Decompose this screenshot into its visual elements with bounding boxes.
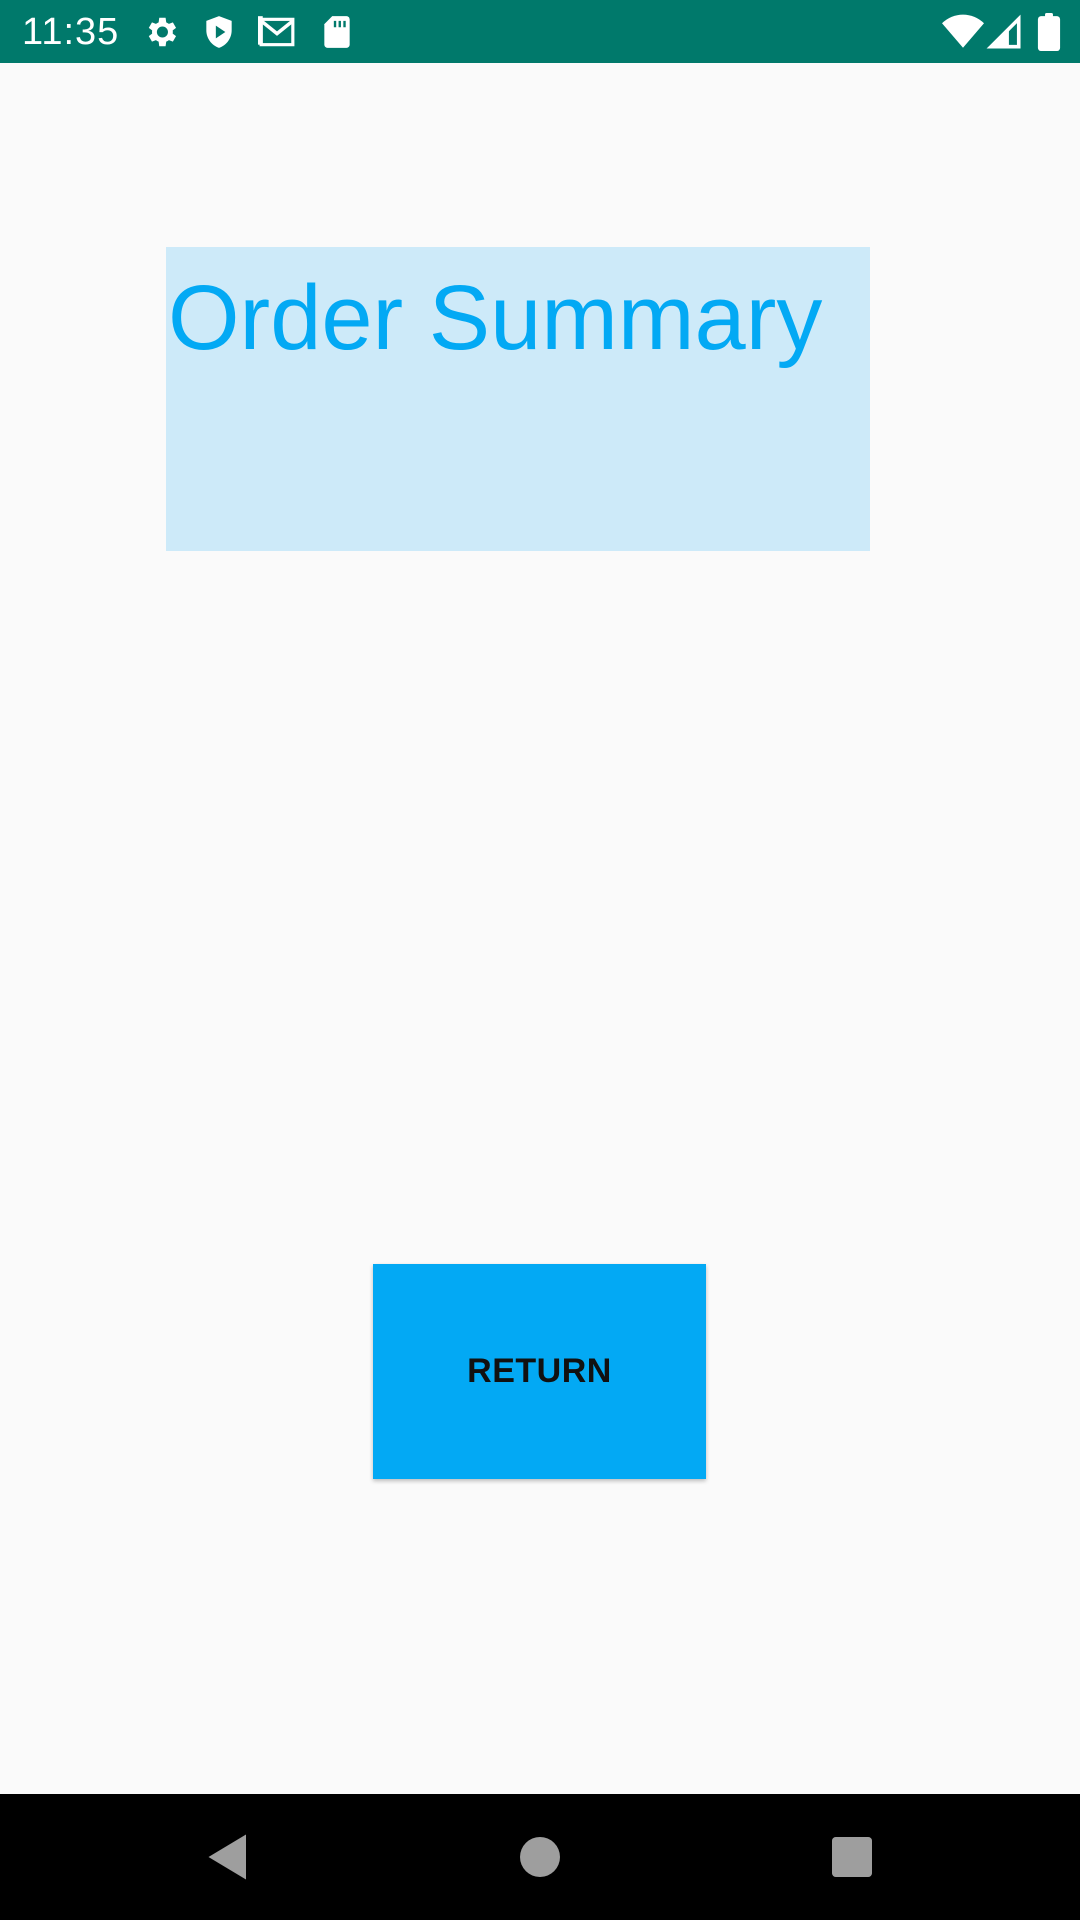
gmail-icon <box>256 13 298 51</box>
page-title: Order Summary <box>168 267 823 369</box>
recents-icon[interactable] <box>822 1827 882 1887</box>
signal-icon <box>986 13 1022 51</box>
sd-card-icon <box>318 13 356 51</box>
return-button[interactable]: RETURN <box>373 1264 706 1479</box>
gear-icon <box>142 13 180 51</box>
shield-play-icon <box>200 13 238 51</box>
wifi-icon <box>942 13 984 51</box>
home-icon[interactable] <box>510 1827 570 1887</box>
battery-icon <box>1036 13 1062 51</box>
navigation-bar <box>0 1794 1080 1920</box>
title-panel: Order Summary <box>166 247 870 551</box>
status-bar: 11:35 <box>0 0 1080 63</box>
main-content: Order Summary RETURN <box>0 63 1080 1794</box>
back-icon[interactable] <box>196 1827 256 1887</box>
return-button-label: RETURN <box>467 1352 612 1390</box>
status-time: 11:35 <box>22 11 120 53</box>
